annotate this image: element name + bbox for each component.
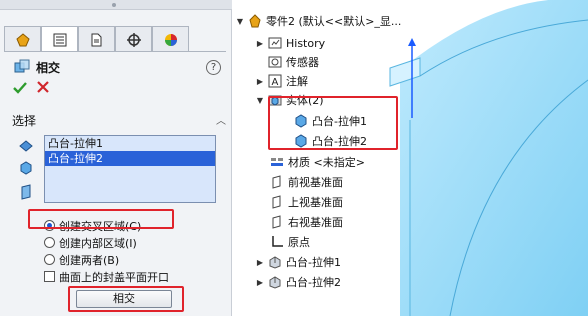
option-label: 创建两者(B) xyxy=(59,253,120,267)
collapse-triangle-icon[interactable]: ▼ xyxy=(256,96,264,105)
tree-node-label: 凸台-拉伸2 xyxy=(286,276,341,289)
plane-icon xyxy=(272,215,281,229)
radio[interactable] xyxy=(44,237,55,248)
property-manager-panel: 相交 ? 选择 ︿ 凸台-拉伸1 凸台-拉伸2 创建交叉区域(C) 创建内部区域… xyxy=(0,0,232,316)
tree-node-label: 凸台-拉伸1 xyxy=(312,115,367,128)
dimxpert-tab[interactable] xyxy=(115,26,152,52)
annotation-icon: A xyxy=(268,74,282,88)
list-item[interactable]: 凸台-拉伸1 xyxy=(45,136,215,151)
plane-icon xyxy=(272,195,281,209)
material-icon xyxy=(271,158,283,166)
tree-item-extrude-1[interactable]: ▶ 凸台-拉伸1 xyxy=(256,253,341,271)
tree-node-label: 凸台-拉伸1 xyxy=(286,256,341,269)
tree-node-label: 原点 xyxy=(288,236,310,249)
expand-triangle-icon[interactable]: ▶ xyxy=(256,258,264,267)
sensor-icon xyxy=(268,56,282,68)
create-both-option[interactable]: 创建两者(B) xyxy=(44,251,224,268)
solid-body-icon xyxy=(295,114,307,128)
cancel-x-icon[interactable] xyxy=(36,80,50,94)
tree-node-label: 传感器 xyxy=(286,56,319,69)
tree-item-annotations[interactable]: ▶ A 注解 xyxy=(256,72,308,90)
solid-bodies-folder-icon xyxy=(268,95,282,106)
tree-node-label: 右视基准面 xyxy=(288,216,343,229)
page-title: 相交 xyxy=(36,60,61,75)
tree-node-label: 材质 <未指定> xyxy=(288,156,365,169)
feature-manager-icon xyxy=(15,32,30,46)
grip-dot xyxy=(112,3,116,7)
cap-planar-openings-option[interactable]: 曲面上的封盖平面开口 xyxy=(44,268,224,285)
selection-listbox[interactable]: 凸台-拉伸1 凸台-拉伸2 xyxy=(44,135,216,203)
intersect-button[interactable]: 相交 xyxy=(76,290,172,308)
history-icon xyxy=(268,37,282,49)
option-label: 创建内部区域(I) xyxy=(59,236,137,250)
help-icon[interactable]: ? xyxy=(206,60,221,75)
tree-node-label: 注解 xyxy=(286,75,308,88)
boss-extrude-icon xyxy=(269,256,281,269)
display-manager-icon xyxy=(164,33,177,46)
tree-node-label: 凸台-拉伸2 xyxy=(312,135,367,148)
command-title-row: 相交 xyxy=(14,58,60,76)
intersect-icon xyxy=(14,59,30,73)
tree-item-sensors[interactable]: 传感器 xyxy=(268,53,319,71)
collapse-caret-icon[interactable]: ︿ xyxy=(216,112,226,127)
tree-item-front-plane[interactable]: 前视基准面 xyxy=(270,173,343,191)
radio-selected[interactable] xyxy=(44,220,55,231)
tree-item-extrude-2[interactable]: ▶ 凸台-拉伸2 xyxy=(256,273,341,291)
expand-triangle-icon[interactable]: ▶ xyxy=(256,278,264,287)
option-label: 曲面上的封盖平面开口 xyxy=(59,270,169,284)
svg-text:A: A xyxy=(272,77,279,88)
expand-triangle-icon[interactable]: ▶ xyxy=(256,77,264,86)
tree-root-node[interactable]: ▼ 零件2 (默认<<默认>_显... xyxy=(236,12,401,30)
feature-manager-tree: ▼ 零件2 (默认<<默认>_显... ▶ History 传感器 ▶ A 注解… xyxy=(236,0,588,316)
tab-baseline xyxy=(4,51,226,52)
tree-item-material[interactable]: 材质 <未指定> xyxy=(270,153,365,171)
list-item[interactable]: 凸台-拉伸2 xyxy=(45,151,215,166)
tree-item-right-plane[interactable]: 右视基准面 xyxy=(270,213,343,231)
tree-node-label: 零件2 (默认<<默认>_显... xyxy=(266,15,402,28)
dimxpert-icon xyxy=(126,32,141,47)
tree-item-body-1[interactable]: 凸台-拉伸1 xyxy=(294,112,367,130)
manager-tabs xyxy=(4,26,190,52)
ok-checkmark-icon[interactable] xyxy=(12,80,28,96)
options-group: 创建交叉区域(C) 创建内部区域(I) 创建两者(B) 曲面上的封盖平面开口 xyxy=(44,217,224,285)
tree-item-origin[interactable]: 原点 xyxy=(270,233,310,251)
panel-grip-strip[interactable] xyxy=(0,0,232,10)
option-label: 创建交叉区域(C) xyxy=(59,219,142,233)
solid-body-icon xyxy=(20,161,32,175)
tree-node-label: 前视基准面 xyxy=(288,176,343,189)
tree-node-label: History xyxy=(286,36,326,50)
property-manager-tab[interactable] xyxy=(41,26,78,52)
section-title: 选择 xyxy=(12,114,37,128)
tree-item-top-plane[interactable]: 上视基准面 xyxy=(270,193,343,211)
tree-item-history[interactable]: ▶ History xyxy=(256,34,325,52)
selections-section-header[interactable]: 选择 ︿ xyxy=(12,112,226,128)
part-icon xyxy=(249,14,261,28)
boss-extrude-icon xyxy=(269,276,281,289)
tree-item-solid-bodies[interactable]: ▼ 实体(2) xyxy=(256,91,324,109)
configuration-manager-tab[interactable] xyxy=(78,26,115,52)
create-internal-option[interactable]: 创建内部区域(I) xyxy=(44,234,224,251)
property-manager-icon xyxy=(53,33,66,46)
create-intersect-option[interactable]: 创建交叉区域(C) xyxy=(44,217,224,234)
select-bodies-icon xyxy=(19,140,33,152)
display-manager-tab[interactable] xyxy=(152,26,189,52)
origin-icon xyxy=(272,236,283,247)
collapse-triangle-icon[interactable]: ▼ xyxy=(236,17,244,26)
tree-node-label: 实体(2) xyxy=(286,94,324,107)
plane-icon xyxy=(272,175,281,189)
tree-node-label: 上视基准面 xyxy=(288,196,343,209)
configuration-manager-icon xyxy=(91,33,101,46)
solid-body-icon xyxy=(295,134,307,148)
expand-triangle-icon[interactable]: ▶ xyxy=(256,39,264,48)
tree-item-body-2[interactable]: 凸台-拉伸2 xyxy=(294,132,367,150)
checkbox[interactable] xyxy=(44,271,55,282)
radio[interactable] xyxy=(44,254,55,265)
plane-icon xyxy=(21,184,31,200)
feature-manager-tab[interactable] xyxy=(4,26,41,52)
